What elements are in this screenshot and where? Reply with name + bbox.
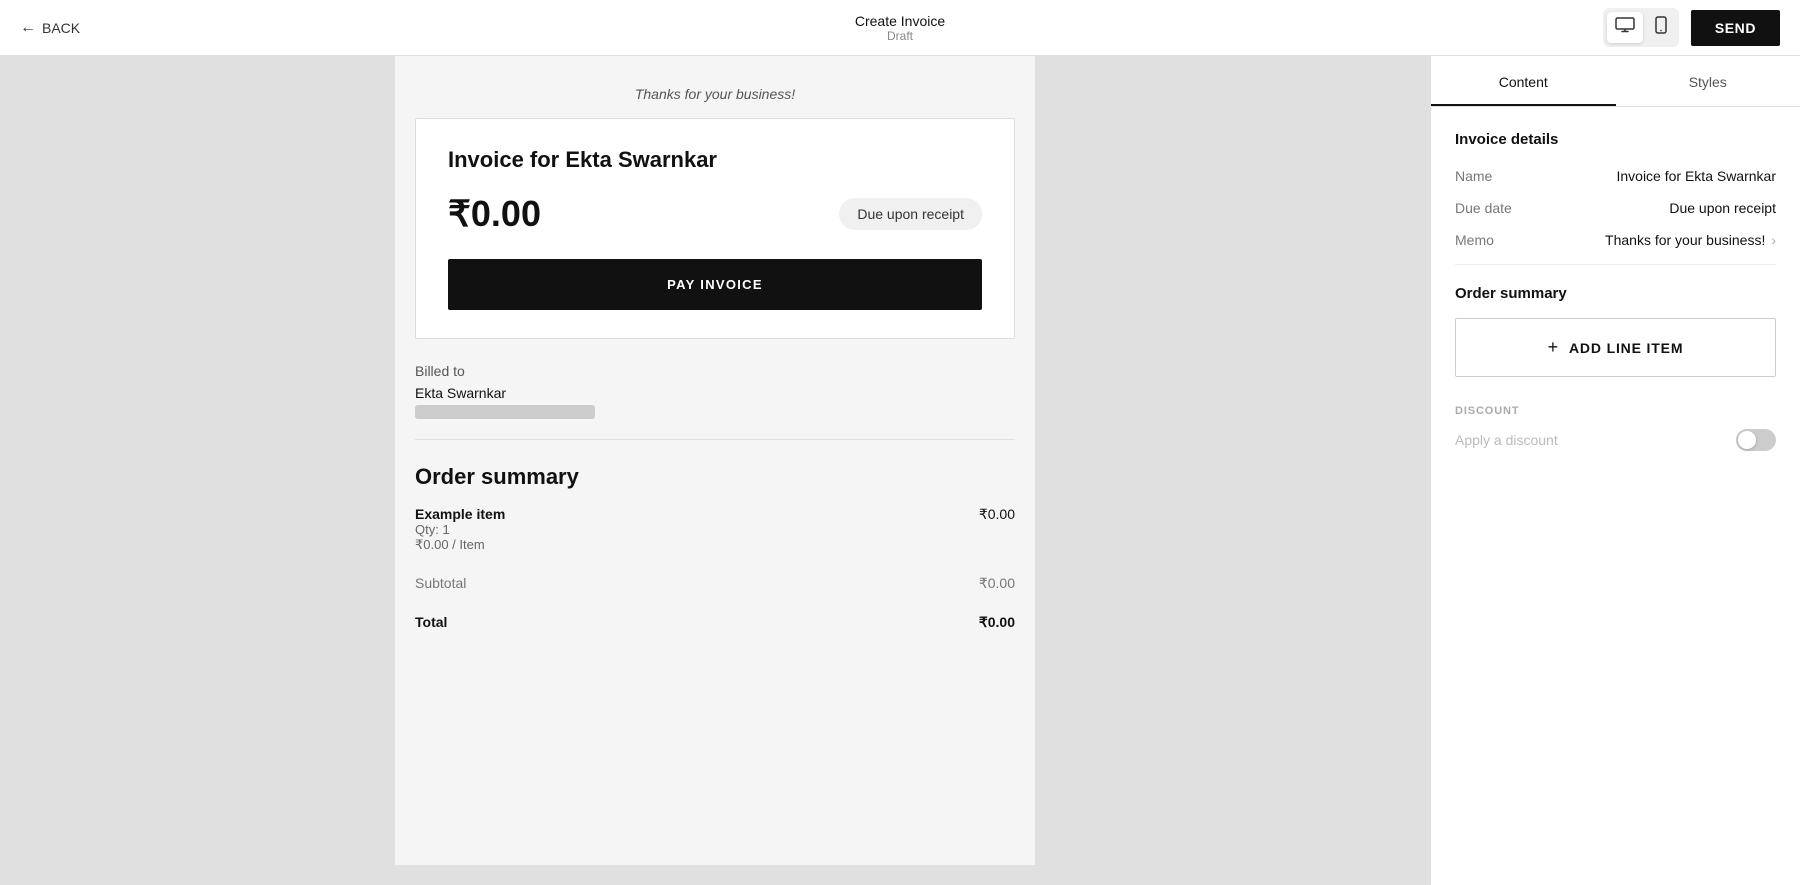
subtotal-value: ₹0.00 [979, 575, 1015, 592]
back-button[interactable]: ← BACK [20, 19, 80, 37]
invoice-details-title: Invoice details [1455, 131, 1776, 148]
billed-to-label: Billed to [415, 363, 1015, 379]
name-value[interactable]: Invoice for Ekta Swarnkar [1616, 168, 1776, 184]
order-summary-section: Order summary Example item Qty: 1 ₹0.00 … [415, 464, 1015, 631]
panel-tabs: Content Styles [1431, 56, 1800, 107]
plus-icon: + [1548, 337, 1559, 358]
subtotal-label: Subtotal [415, 575, 466, 592]
memo-detail-row: Memo Thanks for your business! › [1455, 232, 1776, 248]
billed-to-email-blurred [415, 405, 595, 419]
invoice-card: Invoice for Ekta Swarnkar ₹0.00 Due upon… [415, 118, 1015, 339]
line-item-info: Example item Qty: 1 ₹0.00 / Item [415, 506, 505, 553]
line-item-amount: ₹0.00 [979, 506, 1015, 523]
page-title: Create Invoice [855, 13, 945, 29]
topbar-right: SEND [1603, 8, 1780, 47]
discount-label-row: DISCOUNT [1455, 401, 1776, 419]
discount-toggle[interactable] [1736, 429, 1776, 451]
mobile-view-button[interactable] [1647, 12, 1675, 43]
main-layout: Thanks for your business! Invoice for Ek… [0, 56, 1800, 885]
item-name: Example item [415, 506, 505, 522]
discount-row: Apply a discount [1455, 429, 1776, 451]
memo-label: Memo [1455, 232, 1494, 248]
pay-invoice-button[interactable]: PAY INVOICE [448, 259, 982, 310]
apply-discount-text: Apply a discount [1455, 432, 1558, 448]
subtotal-row: Subtotal ₹0.00 [415, 567, 1015, 592]
memo-value: Thanks for your business! [1605, 232, 1765, 248]
order-summary-panel-title: Order summary [1455, 285, 1776, 302]
name-detail-row: Name Invoice for Ekta Swarnkar [1455, 168, 1776, 184]
discount-section-label: DISCOUNT [1455, 405, 1519, 417]
item-price-unit: ₹0.00 / Item [415, 537, 505, 553]
add-line-item-button[interactable]: + ADD LINE ITEM [1455, 318, 1776, 377]
due-date-label: Due date [1455, 200, 1512, 216]
total-label: Total [415, 614, 447, 631]
invoice-title: Invoice for Ekta Swarnkar [448, 147, 982, 173]
toggle-knob [1738, 431, 1756, 449]
add-line-item-label: ADD LINE ITEM [1569, 340, 1683, 356]
memo-value-row[interactable]: Thanks for your business! › [1605, 232, 1776, 248]
page-subtitle: Draft [855, 29, 945, 43]
due-date-value[interactable]: Due upon receipt [1669, 200, 1776, 216]
total-value: ₹0.00 [979, 614, 1015, 631]
tab-content[interactable]: Content [1431, 56, 1616, 106]
device-toggle [1603, 8, 1679, 47]
billed-to-section: Billed to Ekta Swarnkar [415, 363, 1015, 440]
invoice-amount: ₹0.00 [448, 193, 541, 235]
topbar-center: Create Invoice Draft [855, 13, 945, 43]
billed-to-name: Ekta Swarnkar [415, 385, 1015, 401]
due-badge: Due upon receipt [839, 198, 982, 230]
panel-section-divider [1455, 264, 1776, 265]
invoice-preview: Thanks for your business! Invoice for Ek… [395, 56, 1035, 865]
invoice-thanks-text: Thanks for your business! [395, 66, 1035, 118]
back-arrow-icon: ← [20, 19, 36, 37]
memo-chevron-icon: › [1771, 232, 1776, 248]
send-button[interactable]: SEND [1691, 10, 1780, 46]
preview-area: Thanks for your business! Invoice for Ek… [0, 56, 1430, 885]
order-summary-title: Order summary [415, 464, 1015, 490]
invoice-amount-row: ₹0.00 Due upon receipt [448, 193, 982, 235]
due-date-detail-row: Due date Due upon receipt [1455, 200, 1776, 216]
back-label: BACK [42, 20, 80, 36]
panel-body: Invoice details Name Invoice for Ekta Sw… [1431, 107, 1800, 885]
item-qty: Qty: 1 [415, 522, 505, 537]
desktop-view-button[interactable] [1607, 12, 1643, 43]
name-label: Name [1455, 168, 1492, 184]
topbar: ← BACK Create Invoice Draft SEND [0, 0, 1800, 56]
line-item-row: Example item Qty: 1 ₹0.00 / Item ₹0.00 [415, 506, 1015, 553]
total-row: Total ₹0.00 [415, 606, 1015, 631]
section-divider [415, 439, 1015, 440]
right-panel: Content Styles Invoice details Name Invo… [1430, 56, 1800, 885]
tab-styles[interactable]: Styles [1616, 56, 1800, 106]
